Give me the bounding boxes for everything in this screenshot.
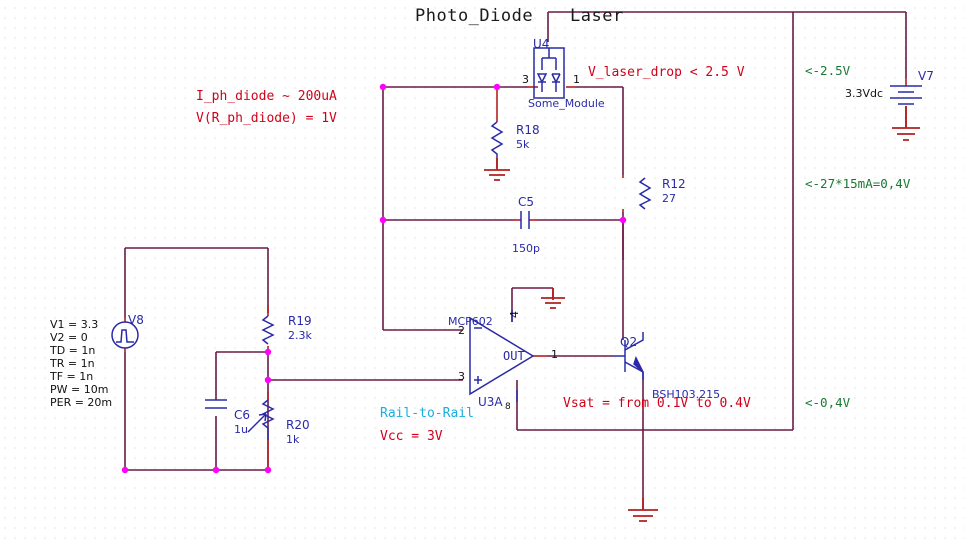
param-v8-pw: PW = 10m — [50, 383, 109, 396]
ground-q2 — [628, 498, 658, 522]
pin-label-u4-3: 3 — [522, 73, 529, 86]
schematic-canvas[interactable]: Photo_Diode Laser I_ph_diode ~ 200uA V(R… — [0, 0, 965, 543]
refdes-u3a: U3A — [478, 395, 503, 409]
refdes-c6: C6 — [234, 408, 251, 422]
junction-bottom-left — [264, 466, 272, 474]
u3a-plus-sign — [474, 376, 482, 384]
param-v8-tr: TR = 1n — [50, 357, 95, 370]
junction-photodiode-node — [379, 83, 387, 91]
u4-internal-legs — [541, 82, 557, 92]
device-u3a: MCP602 — [448, 315, 493, 328]
refdes-v7: V7 — [918, 69, 934, 83]
u4-diode-left — [536, 73, 548, 84]
annotation-node-2v5: <-2.5V — [805, 63, 851, 78]
r18-body — [490, 121, 504, 158]
annotation-vcc: Vcc = 3V — [380, 429, 443, 444]
v8-pulse-glyph — [116, 329, 134, 343]
pin-label-u3a-2: 2 — [458, 324, 465, 337]
schematic-drawing — [111, 11, 922, 522]
param-v8-v1: V1 = 3.3 — [50, 318, 99, 331]
junction-layer — [121, 83, 627, 474]
annotation-v-laser-drop: V_laser_drop < 2.5 V — [588, 65, 745, 80]
annotation-i-ph-diode: I_ph_diode ~ 200uA — [196, 89, 337, 104]
refdes-r20: R20 — [286, 418, 310, 432]
pin-label-u4-1: 1 — [573, 73, 580, 86]
refdes-u4: U4 — [533, 37, 550, 51]
u4-diode-right — [551, 73, 561, 83]
param-v8-per: PER = 20m — [50, 396, 113, 409]
value-c6: 1u — [234, 423, 248, 436]
value-r12: 27 — [662, 192, 676, 205]
label-opamp-out: OUT — [503, 349, 525, 363]
pin-label-u3a-8: 8 — [505, 402, 511, 412]
title-photo-diode: Photo_Diode — [415, 6, 534, 26]
annotation-node-0v4: <-0,4V — [805, 395, 851, 410]
junction-c5-right — [619, 216, 627, 224]
u4-internal-bus — [541, 48, 557, 70]
device-u4: Some_Module — [528, 97, 605, 110]
value-v7: 3.3Vdc — [845, 87, 884, 100]
ground-opamp — [541, 288, 565, 309]
junction-c6-bottom — [212, 466, 220, 474]
param-v8-td: TD = 1n — [50, 344, 96, 357]
ground-v7 — [892, 106, 920, 141]
value-r19: 2.3k — [288, 329, 312, 342]
junction-opamp-plus-node — [264, 376, 272, 384]
refdes-c5: C5 — [518, 195, 535, 209]
title-laser: Laser — [570, 6, 624, 26]
value-r18: 5k — [516, 138, 530, 151]
refdes-r19: R19 — [288, 314, 312, 328]
c6-body — [205, 399, 227, 409]
annotation-node-r12-drop: <-27*15mA=0,4V — [805, 176, 911, 191]
r12-body — [638, 177, 652, 210]
ground-layer — [484, 106, 920, 522]
junction-divider-mid — [264, 348, 272, 356]
pin-label-u3a-3: 3 — [458, 370, 465, 383]
annotation-rail-to-rail: Rail-to-Rail — [380, 406, 474, 421]
pin-label-u3a-1: 1 — [551, 348, 558, 361]
junction-v8-bottom — [121, 466, 129, 474]
refdes-q2: Q2 — [620, 335, 638, 349]
device-q2: BSH103.215 — [652, 388, 721, 401]
ground-r18 — [484, 158, 510, 181]
refdes-r18: R18 — [516, 123, 540, 137]
refdes-r12: R12 — [662, 177, 686, 191]
r20-wiper-arrow — [247, 413, 267, 433]
junction-r18-node — [493, 83, 501, 91]
value-r20: 1k — [286, 433, 300, 446]
r19-body — [261, 315, 275, 345]
refdes-v8: V8 — [128, 313, 144, 327]
value-c5: 150p — [512, 242, 540, 255]
annotation-v-r-ph-diode: V(R_ph_diode) = 1V — [196, 111, 337, 126]
param-v8-v2: V2 = 0 — [50, 331, 88, 344]
pin-label-u3a-4: 4 — [508, 311, 521, 318]
junction-c5-left — [379, 216, 387, 224]
param-v8-tf: TF = 1n — [50, 370, 94, 383]
v7-body — [890, 85, 922, 105]
c5-body — [520, 211, 530, 229]
